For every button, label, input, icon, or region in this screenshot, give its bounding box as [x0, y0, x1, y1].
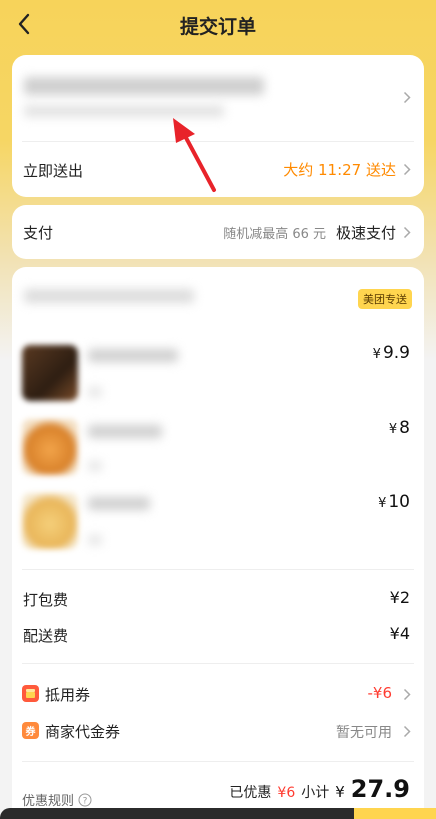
item-price: ¥8 — [388, 418, 410, 438]
page-title: 提交订单 — [179, 16, 256, 38]
payment-method[interactable]: 极速支付 — [336, 222, 396, 243]
item-price: ¥9.9 — [372, 343, 410, 363]
merchant-voucher-value[interactable]: 暂无可用 — [336, 722, 392, 742]
item-qty-blurred — [88, 387, 102, 397]
item-image — [22, 345, 78, 401]
red-packet-icon — [22, 685, 39, 702]
order-card: 美团专送 ¥9.9 ¥8 ¥10 打包费 ¥2 配送费 ¥4 抵用券 -¥6 券… — [12, 267, 424, 819]
subtotal-amount: 27.9 — [350, 775, 410, 803]
delivery-eta[interactable]: 大约 11:27 送达 — [283, 159, 396, 180]
address-line-blurred[interactable] — [24, 77, 264, 95]
item-price: ¥10 — [378, 492, 410, 512]
checkout-bar — [0, 808, 436, 819]
saved-amount: ¥6 — [277, 785, 296, 801]
merchant-voucher-label[interactable]: 商家代金券 — [45, 721, 120, 742]
back-button[interactable] — [8, 8, 40, 40]
merchant-voucher-chevron-icon[interactable] — [400, 724, 414, 738]
divider — [22, 141, 414, 142]
coupon-icon: 券 — [22, 722, 39, 739]
divider — [22, 663, 414, 664]
packing-fee-label: 打包费 — [23, 591, 69, 609]
help-icon[interactable]: ? — [78, 793, 92, 807]
item-name-blurred — [88, 349, 178, 362]
voucher-value[interactable]: -¥6 — [368, 684, 393, 702]
voucher-chevron-icon[interactable] — [400, 687, 414, 701]
item-name-blurred — [88, 425, 162, 438]
discount-rules[interactable]: 优惠规则 ? — [22, 790, 92, 809]
divider — [22, 761, 414, 762]
address-chevron-icon[interactable] — [400, 90, 414, 104]
packing-fee-value: ¥2 — [389, 588, 410, 607]
chevron-left-icon — [18, 13, 30, 35]
address-card: 立即送出 大约 11:27 送达 — [12, 55, 424, 197]
contact-line-blurred — [24, 105, 224, 117]
payment-promo-hint: 随机减最高 66 元 — [223, 227, 326, 242]
store-name-blurred — [24, 289, 194, 303]
payment-card[interactable]: 支付 随机减最高 66 元 极速支付 — [12, 205, 424, 259]
voucher-label[interactable]: 抵用券 — [45, 684, 90, 705]
svg-text:?: ? — [83, 796, 88, 806]
item-qty-blurred — [88, 461, 102, 471]
delivery-badge: 美团专送 — [358, 289, 412, 309]
eta-chevron-icon[interactable] — [400, 162, 414, 176]
item-name-blurred — [88, 497, 150, 510]
delivery-fee-value: ¥4 — [389, 624, 410, 643]
subtotal-label: 小计 — [301, 785, 330, 801]
payment-chevron-icon[interactable] — [400, 225, 414, 239]
delivery-fee-label: 配送费 — [23, 627, 69, 645]
payment-label: 支付 — [23, 224, 54, 242]
top-nav: 提交订单 — [0, 0, 436, 48]
divider — [22, 569, 414, 570]
order-summary: 已优惠 ¥6 小计 ¥ 27.9 — [229, 775, 410, 803]
delivery-time-label: 立即送出 — [23, 162, 84, 180]
item-qty-blurred — [88, 535, 102, 545]
item-image — [22, 419, 78, 475]
discount-rules-label: 优惠规则 — [22, 794, 75, 809]
saved-label: 已优惠 — [229, 785, 272, 801]
item-image — [22, 493, 78, 549]
submit-order-button[interactable] — [354, 808, 436, 819]
subtotal-currency: ¥ — [335, 783, 345, 801]
